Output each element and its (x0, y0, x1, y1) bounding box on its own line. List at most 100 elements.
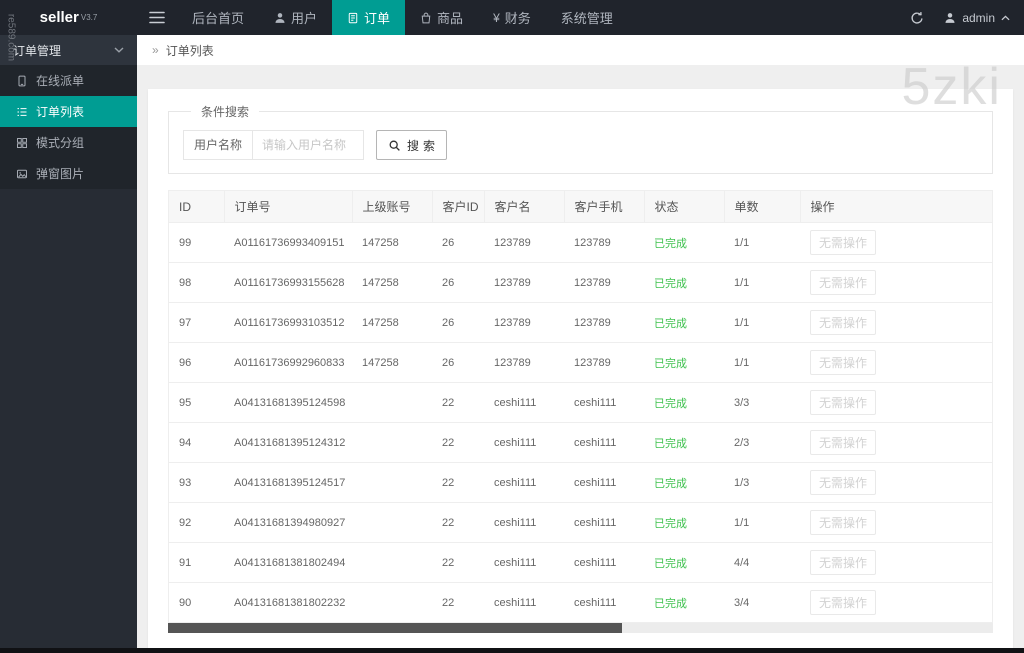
cell-customer-name: ceshi111 (484, 382, 564, 423)
no-action-button[interactable]: 无需操作 (810, 590, 877, 615)
cell-customer-id: 22 (432, 422, 484, 463)
status-badge: 已完成 (654, 277, 687, 290)
cell-parent-account: 147258 (352, 302, 432, 343)
cell-action: 无需操作 (800, 422, 992, 463)
refresh-icon[interactable] (910, 11, 924, 25)
sidebar-group-label: 订单管理 (13, 43, 62, 58)
user-icon (944, 12, 956, 24)
column-header: 客户ID (432, 191, 485, 223)
orders-table: ID 订单号 上级账号 客户ID 客户名 客户手机 状态 单数 操作 99 A0116173699… (169, 191, 992, 623)
cell-count: 1/1 (724, 222, 800, 263)
column-header: 状态 (644, 191, 725, 223)
cell-parent-account: 147258 (352, 262, 432, 303)
cell-id: 98 (169, 262, 224, 303)
cell-customer-phone: ceshi111 (564, 502, 644, 543)
app-logo[interactable]: seller V3.7 (0, 0, 137, 35)
cell-action: 无需操作 (800, 582, 992, 623)
cell-parent-account (352, 382, 432, 423)
status-badge: 已完成 (654, 317, 687, 330)
cell-customer-phone: ceshi111 (564, 582, 644, 623)
no-action-button[interactable]: 无需操作 (810, 430, 877, 455)
cell-customer-phone: ceshi111 (564, 382, 644, 423)
cell-parent-account (352, 462, 432, 503)
no-action-button[interactable]: 无需操作 (810, 230, 877, 255)
table-row: 90 A04131681381802232 22 ceshi111 ceshi111 已完… (169, 582, 992, 623)
column-header: 单数 (724, 191, 801, 223)
cell-customer-name: ceshi111 (484, 462, 564, 503)
nav-item-label: 后台首页 (192, 11, 245, 26)
top-navigation: 后台首页 用户 订单 商品 ¥ 财务 系统管理 (177, 0, 628, 35)
no-action-button[interactable]: 无需操作 (810, 550, 877, 575)
sidebar-item-online-dispatch[interactable]: 在线派单 (0, 65, 137, 96)
no-action-button[interactable]: 无需操作 (810, 510, 877, 535)
cell-customer-name: ceshi111 (484, 502, 564, 543)
nav-item-label: 订单 (364, 11, 391, 26)
nav-item-orders[interactable]: 订单 (332, 0, 406, 35)
yen-icon: ¥ (493, 10, 500, 25)
cell-order-no: A04131681394980927 (224, 502, 352, 543)
search-fieldset: 条件搜索 用户名称 搜索 (168, 103, 993, 174)
no-action-button[interactable]: 无需操作 (810, 310, 877, 335)
cell-status: 已完成 (644, 582, 724, 623)
sidebar-item-label: 模式分组 (36, 136, 85, 150)
column-header: 订单号 (224, 191, 353, 223)
cell-customer-phone: ceshi111 (564, 462, 644, 503)
breadcrumb-arrow: » (152, 43, 159, 57)
topbar-right: admin (910, 0, 1024, 35)
nav-item-users[interactable]: 用户 (259, 0, 332, 35)
cell-action: 无需操作 (800, 222, 992, 263)
nav-item-system[interactable]: 系统管理 (546, 0, 628, 35)
username-input[interactable] (252, 130, 365, 160)
cell-count: 1/3 (724, 462, 800, 503)
search-button[interactable]: 搜索 (376, 130, 448, 160)
nav-item-home[interactable]: 后台首页 (177, 0, 259, 35)
status-badge: 已完成 (654, 557, 687, 570)
goods-icon (420, 12, 432, 24)
admin-menu[interactable]: admin (944, 11, 1010, 25)
column-header: 客户手机 (564, 191, 645, 223)
menu-toggle-icon[interactable] (137, 0, 177, 35)
cell-order-no: A04131681381802494 (224, 542, 352, 583)
app-logo-text: seller (39, 9, 79, 26)
no-action-button[interactable]: 无需操作 (810, 350, 877, 375)
cell-customer-name: 123789 (484, 342, 564, 383)
cell-customer-phone: 123789 (564, 262, 644, 303)
cell-order-no: A04131681395124517 (224, 462, 352, 503)
status-badge: 已完成 (654, 597, 687, 610)
nav-item-goods[interactable]: 商品 (405, 0, 478, 35)
horizontal-scrollbar[interactable] (168, 623, 993, 633)
sidebar-item-order-list[interactable]: 订单列表 (0, 96, 137, 127)
horizontal-scrollbar-thumb[interactable] (168, 623, 622, 633)
table-row: 99 A01161736993409151 147258 26 123789 123789… (169, 222, 992, 263)
cell-id: 93 (169, 462, 224, 503)
no-action-button[interactable]: 无需操作 (810, 470, 877, 495)
order-icon (347, 12, 359, 24)
sidebar-item-popup-image[interactable]: 弹窗图片 (0, 158, 137, 189)
no-action-button[interactable]: 无需操作 (810, 390, 877, 415)
cell-customer-phone: ceshi111 (564, 542, 644, 583)
sidebar-item-label: 在线派单 (36, 74, 85, 88)
cell-status: 已完成 (644, 502, 724, 543)
cell-order-no: A01161736993409151 (224, 222, 352, 263)
cell-order-no: A04131681395124312 (224, 422, 352, 463)
main-content: » 订单列表 5zki 条件搜索 用户名称 搜索 ID订单号上级账号客户ID客户… (137, 35, 1024, 653)
search-button-label: 搜索 (407, 138, 440, 153)
table-row: 98 A01161736993155628 147258 26 123789 123789… (169, 262, 992, 303)
cell-customer-name: 123789 (484, 262, 564, 303)
column-header: ID (169, 191, 225, 223)
cell-id: 96 (169, 342, 224, 383)
cell-action: 无需操作 (800, 382, 992, 423)
table-row: 97 A01161736993103512 147258 26 123789 123789… (169, 302, 992, 343)
column-header: 客户名 (484, 191, 565, 223)
username-label: 用户名称 (183, 130, 254, 160)
sidebar-menu: 在线派单订单列表模式分组弹窗图片 (0, 65, 137, 189)
cell-customer-name: ceshi111 (484, 422, 564, 463)
sidebar-group-order-management[interactable]: 订单管理 (0, 35, 137, 65)
sidebar-item-mode-group[interactable]: 模式分组 (0, 127, 137, 158)
cell-status: 已完成 (644, 262, 724, 303)
cell-parent-account (352, 502, 432, 543)
cell-action: 无需操作 (800, 302, 992, 343)
no-action-button[interactable]: 无需操作 (810, 270, 877, 295)
nav-item-finance[interactable]: ¥ 财务 (478, 0, 546, 35)
cell-count: 1/1 (724, 302, 800, 343)
